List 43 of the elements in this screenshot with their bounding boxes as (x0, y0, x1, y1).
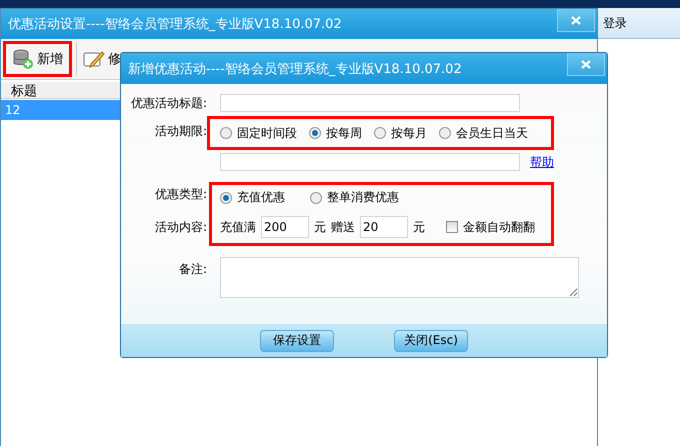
field-label: 优惠类型: (154, 188, 207, 200)
field-label: 活动内容: (154, 221, 207, 233)
radio-button[interactable] (374, 127, 386, 139)
field-label: 活动期限: (154, 122, 207, 140)
option-label[interactable]: 充值优惠 (237, 189, 285, 206)
help-link[interactable]: 帮助 (530, 154, 554, 170)
amount-input[interactable]: 20 (360, 216, 408, 238)
close-button[interactable] (557, 9, 595, 32)
option-label[interactable]: 按每周 (326, 124, 362, 142)
close-icon (581, 60, 591, 68)
close-icon (571, 16, 581, 24)
radio-button[interactable] (220, 192, 232, 204)
option-label[interactable]: 固定时间段 (237, 124, 297, 142)
title-input[interactable] (220, 94, 520, 112)
field-label: 充值满 (220, 218, 256, 236)
amount-input[interactable]: 200 (261, 216, 309, 238)
unit-label: 元 (413, 218, 425, 236)
table-cell-text: 12 (4, 103, 22, 117)
checkbox-label[interactable]: 金额自动翻翻 (463, 218, 535, 236)
note-input[interactable] (220, 257, 579, 298)
toolbar-button[interactable]: 新增 (3, 41, 72, 77)
field-label: 优惠活动标题: (130, 94, 207, 112)
radio-button[interactable] (439, 127, 451, 139)
option-label[interactable]: 会员生日当天 (456, 124, 528, 142)
pencil-note-icon (83, 48, 105, 70)
dialog-button[interactable]: 保存设置 (260, 330, 334, 352)
close-button[interactable] (567, 53, 605, 76)
dialog-button[interactable]: 关闭(Esc) (394, 330, 468, 352)
unit-label: 元 (314, 218, 326, 236)
radio-button[interactable] (310, 192, 322, 204)
menu-item[interactable]: 登录 (603, 14, 627, 32)
radio-button[interactable] (220, 127, 232, 139)
database-add-icon (12, 48, 34, 70)
dialog-title: 新增优惠活动----智络会员管理系统_专业版V18.10.07.02 (128, 60, 462, 78)
option-label[interactable]: 按每月 (391, 124, 427, 142)
period-input[interactable] (220, 153, 520, 171)
window-title: 优惠活动设置----智络会员管理系统_专业版V18.10.07.02 (8, 16, 342, 33)
field-label: 备注: (178, 261, 207, 278)
column-header[interactable]: 标题 (1, 82, 121, 98)
field-label: 赠送 (331, 218, 355, 236)
checkbox[interactable] (446, 221, 458, 233)
radio-button[interactable] (309, 127, 321, 139)
option-label[interactable]: 整单消费优惠 (327, 189, 399, 206)
